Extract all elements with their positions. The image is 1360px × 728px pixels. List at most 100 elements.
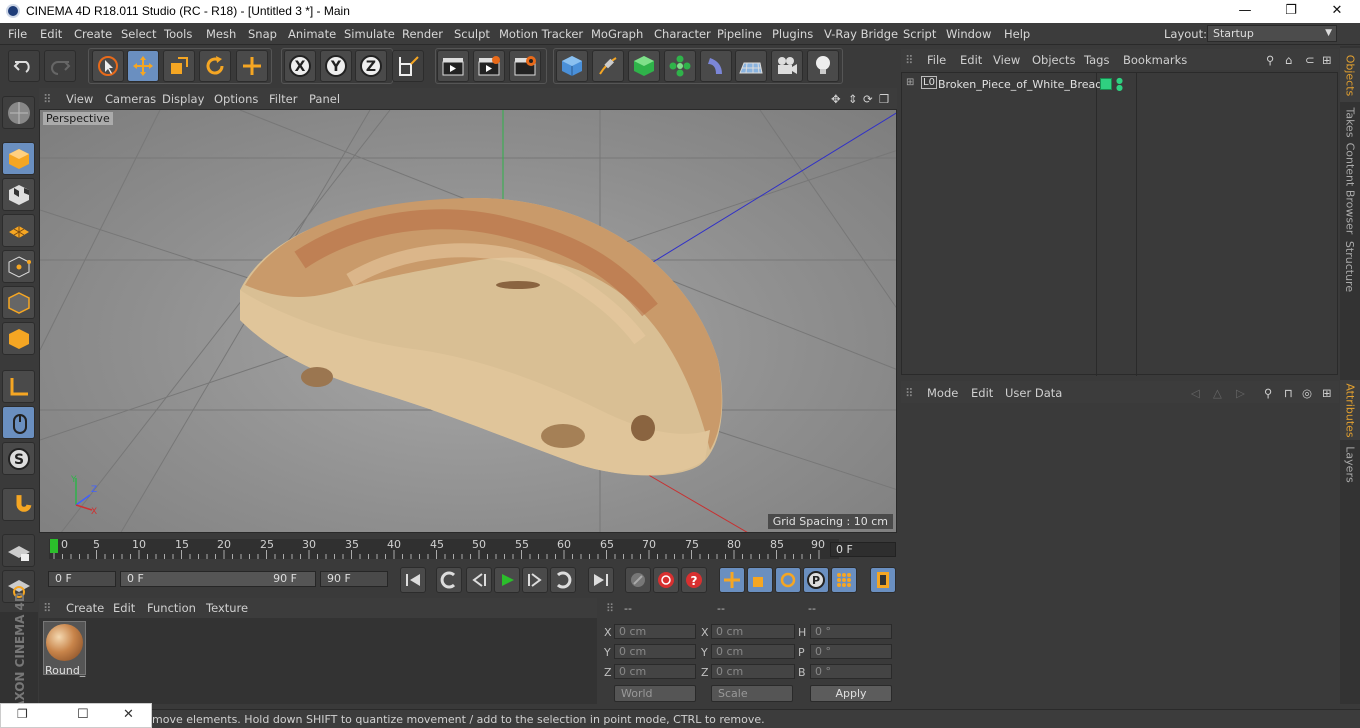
restore-icon[interactable]: ❐ <box>17 707 28 721</box>
deformer-button[interactable] <box>700 50 732 82</box>
pen-spline-button[interactable] <box>592 50 624 82</box>
material-menu-edit[interactable]: Edit <box>113 601 135 615</box>
timeline-window-button[interactable] <box>870 567 896 593</box>
menu-window[interactable]: Window <box>946 27 991 41</box>
attributes-menu-edit[interactable]: Edit <box>971 386 993 400</box>
z-axis-lock-button[interactable]: Z <box>355 50 387 82</box>
target-icon[interactable]: ◎ <box>1302 386 1312 400</box>
position-x-field[interactable]: 0 cm <box>614 624 696 639</box>
autokeying-button[interactable] <box>653 567 679 593</box>
objects-menu-view[interactable]: View <box>993 53 1020 67</box>
rotation-p-field[interactable]: 0 ° <box>810 644 892 659</box>
cloner-button[interactable] <box>664 50 696 82</box>
back-arrow-icon[interactable]: ◁ <box>1191 386 1200 400</box>
menu-script[interactable]: Script <box>903 27 936 41</box>
object-name[interactable]: Broken_Piece_of_White_Bread <box>938 78 1102 91</box>
minimize-button[interactable]: — <box>1222 0 1268 23</box>
menu-animate[interactable]: Animate <box>288 27 336 41</box>
goto-end-button[interactable] <box>588 567 614 593</box>
material-swatch[interactable]: Round_ <box>43 621 86 677</box>
y-axis-lock-button[interactable]: Y <box>320 50 352 82</box>
search-icon[interactable]: ⚲ <box>1264 386 1272 400</box>
subdivision-surface-button[interactable] <box>628 50 660 82</box>
tab-objects[interactable]: Objects <box>1340 48 1360 102</box>
key-pla-button[interactable] <box>831 567 857 593</box>
workplane-mode-button[interactable] <box>2 214 35 247</box>
axis-mode-button[interactable] <box>2 370 35 403</box>
start-frame-field[interactable]: 0 F <box>48 571 116 587</box>
3d-viewport[interactable]: Y Z X Perspective Grid Spacing : 10 cm <box>39 109 897 533</box>
position-z-field[interactable]: 0 cm <box>614 664 696 679</box>
solo-button[interactable]: S <box>2 442 35 475</box>
snap-button[interactable] <box>2 488 35 521</box>
attributes-menu-user-data[interactable]: User Data <box>1005 386 1062 400</box>
viewport-menu-options[interactable]: Options <box>214 92 258 106</box>
transform-tool-button[interactable] <box>236 50 268 82</box>
layout-dropdown[interactable]: Startup ▼ <box>1207 25 1337 42</box>
close-button[interactable]: ✕ <box>1314 0 1360 23</box>
size-mode-dropdown[interactable]: Scale <box>711 685 793 702</box>
menu-pipeline[interactable]: Pipeline <box>717 27 762 41</box>
floor-button[interactable] <box>735 50 767 82</box>
record-active-button[interactable] <box>625 567 651 593</box>
menu-help[interactable]: Help <box>1004 27 1030 41</box>
maximize-button[interactable]: ❐ <box>1268 0 1314 23</box>
next-frame-button[interactable] <box>522 567 548 593</box>
end-frame-field[interactable]: 90 F <box>320 571 388 587</box>
polygons-mode-button[interactable] <box>2 322 35 355</box>
cube-primitive-button[interactable] <box>556 50 588 82</box>
rotate-tool-button[interactable] <box>199 50 231 82</box>
objects-menu-tags[interactable]: Tags <box>1084 53 1109 67</box>
link-icon[interactable]: ⊂ <box>1305 53 1315 67</box>
live-selection-button[interactable] <box>92 50 124 82</box>
objects-menu-bookmarks[interactable]: Bookmarks <box>1123 53 1187 67</box>
tab-content-browser[interactable]: Content Browser <box>1340 142 1360 234</box>
rotation-b-field[interactable]: 0 ° <box>810 664 892 679</box>
menu-vray-bridge[interactable]: V-Ray Bridge <box>824 27 898 41</box>
apply-button[interactable]: Apply <box>810 685 892 702</box>
menu-tools[interactable]: Tools <box>164 27 192 41</box>
menu-mesh[interactable]: Mesh <box>206 27 236 41</box>
menu-select[interactable]: Select <box>121 27 156 41</box>
viewport-menu-view[interactable]: View <box>66 92 93 106</box>
menu-motion-tracker[interactable]: Motion Tracker <box>499 27 583 41</box>
attributes-menu-mode[interactable]: Mode <box>927 386 958 400</box>
coordinate-system-button[interactable] <box>392 50 424 82</box>
key-position-button[interactable] <box>719 567 745 593</box>
tab-attributes[interactable]: Attributes <box>1340 380 1360 440</box>
objects-menu-objects[interactable]: Objects <box>1032 53 1075 67</box>
viewport-menu-panel[interactable]: Panel <box>309 92 340 106</box>
camera-button[interactable] <box>771 50 803 82</box>
visibility-dots-icon[interactable]: ● ● <box>1116 77 1123 92</box>
move-tool-button[interactable] <box>127 50 159 82</box>
size-z-field[interactable]: 0 cm <box>711 664 795 679</box>
rotation-h-field[interactable]: 0 ° <box>810 624 892 639</box>
viewport-menu-filter[interactable]: Filter <box>269 92 297 106</box>
menu-edit[interactable]: Edit <box>40 27 62 41</box>
frame-range-slider[interactable]: 0 F 90 F <box>120 571 316 587</box>
viewport-rotate-icon[interactable]: ⟳ <box>863 92 873 106</box>
size-y-field[interactable]: 0 cm <box>711 644 795 659</box>
menu-sculpt[interactable]: Sculpt <box>454 27 490 41</box>
play-forward-button[interactable] <box>494 567 520 593</box>
render-view-button[interactable] <box>437 50 469 82</box>
texture-mode-button[interactable] <box>2 178 35 211</box>
current-frame-field[interactable]: 0 F <box>830 542 896 557</box>
objects-menu-file[interactable]: File <box>927 53 946 67</box>
render-settings-button[interactable] <box>509 50 541 82</box>
viewport-maximize-icon[interactable]: ❐ <box>879 92 889 106</box>
layer-color-swatch[interactable] <box>1100 78 1112 90</box>
lock-icon[interactable]: ⊓ <box>1284 386 1293 400</box>
tweak-mode-button[interactable] <box>2 406 35 439</box>
model-mode-button[interactable] <box>2 142 35 175</box>
material-menu-texture[interactable]: Texture <box>206 601 248 615</box>
keyframe-selection-button[interactable]: ? <box>681 567 707 593</box>
undo-button[interactable] <box>8 50 40 82</box>
menu-simulate[interactable]: Simulate <box>344 27 395 41</box>
size-x-field[interactable]: 0 cm <box>711 624 795 639</box>
previous-frame-button[interactable] <box>466 567 492 593</box>
material-menu-create[interactable]: Create <box>66 601 104 615</box>
menu-character[interactable]: Character <box>654 27 711 41</box>
new-panel-icon[interactable]: ⊞ <box>1322 386 1332 400</box>
render-picture-viewer-button[interactable] <box>473 50 505 82</box>
